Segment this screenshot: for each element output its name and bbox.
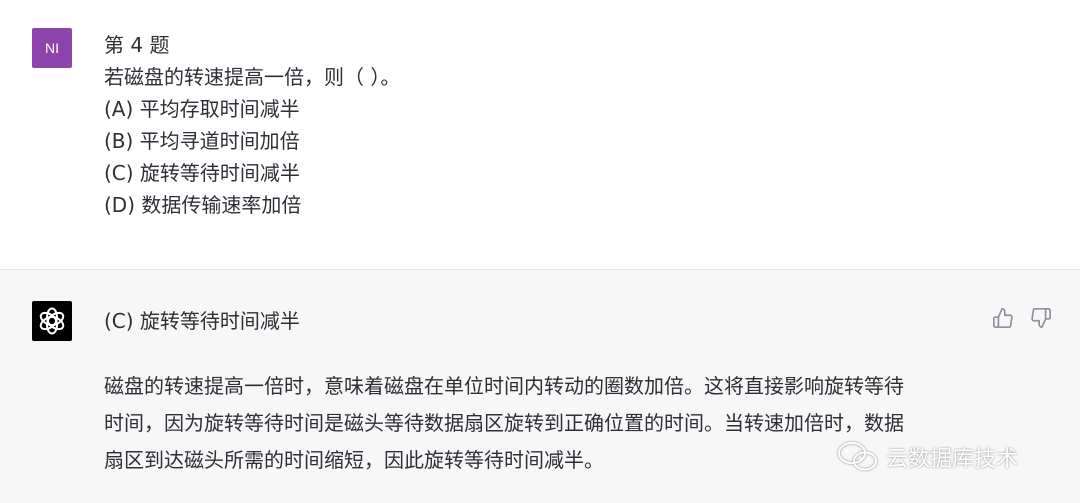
answer-line: (C) 旋转等待时间减半 [104, 309, 300, 333]
user-avatar: NI [32, 28, 72, 68]
explanation-line: 磁盘的转速提高一倍时，意味着磁盘在单位时间内转动的圈数加倍。这将直接影响旋转等待 [104, 374, 904, 398]
question-stem: 若磁盘的转速提高一倍，则（ ）。 [104, 65, 401, 89]
thumbs-up-button[interactable] [991, 306, 1015, 330]
question-title: 第 4 题 [104, 33, 170, 57]
thumbs-up-icon [993, 308, 1013, 328]
user-message: NI 第 4 题 若磁盘的转速提高一倍，则（ ）。 (A) 平均存取时间减半 (… [0, 0, 1080, 270]
option-c: (C) 旋转等待时间减半 [104, 161, 300, 185]
thumbs-down-button[interactable] [1029, 306, 1053, 330]
thumbs-down-icon [1031, 308, 1051, 328]
user-avatar-initials: NI [45, 40, 59, 56]
watermark-text: 云数据库技术 [886, 447, 1019, 472]
openai-logo-icon [39, 307, 65, 335]
option-b: (B) 平均寻道时间加倍 [104, 129, 300, 153]
watermark: 云数据库技术 [836, 437, 1018, 477]
option-a: (A) 平均存取时间减半 [104, 97, 300, 121]
wechat-icon [838, 442, 877, 471]
assistant-avatar [32, 301, 72, 341]
option-d: (D) 数据传输速率加倍 [104, 193, 302, 217]
user-message-text: 第 4 题 若磁盘的转速提高一倍，则（ ）。 (A) 平均存取时间减半 (B) … [104, 29, 944, 221]
